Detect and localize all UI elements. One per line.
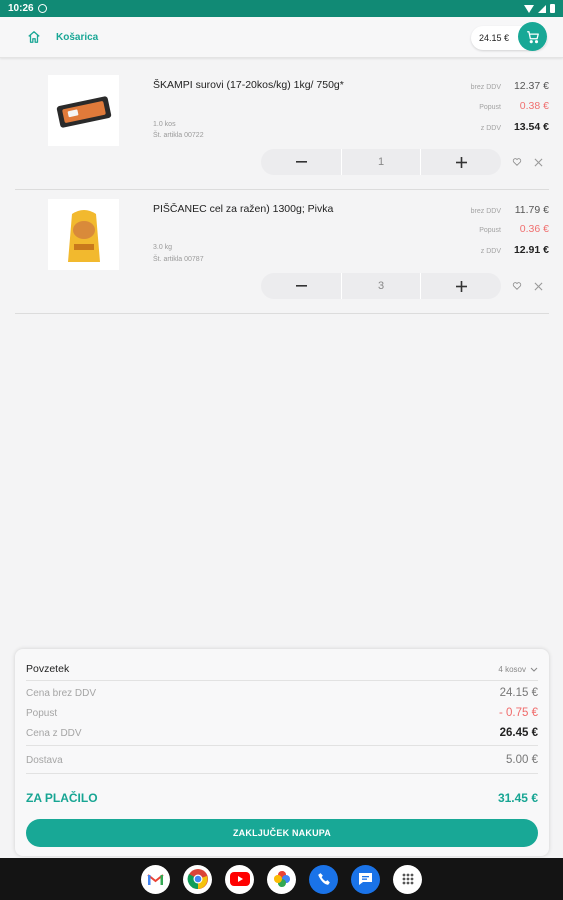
chevron-down-icon (530, 667, 538, 672)
price-excl-vat: 11.79 € (514, 204, 549, 216)
android-dock (0, 858, 563, 900)
favorite-icon[interactable] (512, 281, 522, 291)
battery-icon (550, 4, 555, 13)
price-excl-vat: 12.37 € (513, 80, 549, 92)
chicken-package-image (67, 209, 100, 262)
summary-divider (26, 745, 538, 746)
gross-price-value: 26.45 € (499, 727, 538, 739)
increase-button[interactable] (421, 149, 501, 175)
delivery-value: 5.00 € (506, 754, 538, 766)
decrease-button[interactable] (261, 149, 341, 175)
summary-count-text: 4 kosov (498, 664, 526, 674)
cart-button[interactable] (518, 22, 547, 51)
remove-icon[interactable] (534, 158, 543, 167)
price-incl-vat: 13.54 € (513, 121, 549, 133)
product-name[interactable]: ŠKAMPI surovi (17-20kos/kg) 1kg/ 750g* (153, 78, 353, 92)
plus-icon (455, 280, 467, 292)
summary-row-net: Cena brez DDV 24.15 € (26, 685, 538, 701)
cart-total: 24.15 € (479, 33, 510, 43)
shrimp-tray-image (56, 95, 111, 128)
net-price-value: 24.15 € (499, 687, 538, 699)
discount-label: Popust (479, 227, 501, 234)
price-excl-vat-label: brez DDV (470, 208, 501, 215)
home-icon[interactable] (27, 30, 41, 44)
item-divider (15, 313, 549, 314)
status-indicators (524, 4, 555, 13)
delivery-label: Dostava (26, 754, 63, 766)
price-excl-vat-label: brez DDV (470, 84, 501, 91)
discount-total-value: - 0.75 € (499, 707, 538, 719)
phone-icon[interactable] (309, 864, 338, 894)
summary-row-delivery: Dostava 5.00 € (26, 752, 538, 768)
breadcrumb-cart[interactable]: Košarica (56, 32, 98, 43)
minus-icon (295, 285, 307, 287)
summary-title: Povzetek (26, 663, 70, 675)
gross-price-label: Cena z DDV (26, 727, 82, 739)
product-name[interactable]: PIŠČANEC cel za ražen) 1300g; Pivka (153, 202, 353, 216)
gmail-icon[interactable] (141, 864, 170, 894)
price-excl-vat-row: brez DDV 11.79 € (471, 204, 549, 216)
increase-button[interactable] (421, 273, 501, 299)
product-code: Št. artikla 00787 (153, 256, 204, 263)
youtube-icon[interactable] (225, 864, 254, 894)
price-incl-vat-label: z DDV (480, 125, 501, 132)
cellular-icon (538, 4, 546, 13)
summary-count: 4 kosov (498, 665, 538, 674)
cart-icon (526, 30, 539, 43)
cart-item: ŠKAMPI surovi (17-20kos/kg) 1kg/ 750g* 1… (15, 66, 549, 190)
favorite-icon[interactable] (512, 157, 522, 167)
quantity-value[interactable]: 1 (341, 149, 421, 175)
product-image[interactable] (48, 199, 119, 270)
product-weight: 3.0 kg (153, 244, 173, 251)
payment-total-value: 31.45 € (497, 791, 538, 805)
discount-value: 0.38 € (519, 100, 549, 112)
discount-row: Popust 0.38 € (479, 100, 549, 112)
net-price-label: Cena brez DDV (26, 687, 97, 699)
checkout-button[interactable]: ZAKLJUČEK NAKUPA (26, 819, 538, 847)
price-incl-vat-row: z DDV 13.54 € (481, 121, 549, 133)
price-incl-vat-label: z DDV (480, 248, 501, 255)
status-time: 10:26 (8, 3, 34, 14)
discount-label: Popust (479, 104, 501, 111)
discount-row: Popust 0.36 € (479, 223, 549, 235)
plus-icon (455, 156, 467, 168)
wifi-icon (524, 4, 534, 13)
status-bar: 10:26 (0, 0, 563, 17)
remove-icon[interactable] (534, 282, 543, 291)
quantity-stepper: 1 (261, 149, 501, 175)
cart-item: PIŠČANEC cel za ražen) 1300g; Pivka 3.0 … (15, 190, 549, 314)
chrome-icon[interactable] (183, 864, 212, 894)
messages-icon[interactable] (351, 864, 380, 894)
price-excl-vat-row: brez DDV 12.37 € (471, 80, 549, 92)
price-incl-vat: 12.91 € (513, 244, 549, 256)
summary-row-gross: Cena z DDV 26.45 € (26, 725, 538, 741)
discount-value: 0.36 € (519, 223, 549, 235)
quantity-stepper: 3 (261, 273, 501, 299)
product-image[interactable] (48, 75, 119, 146)
product-weight: 1.0 kos (153, 121, 176, 128)
minus-icon (295, 161, 307, 163)
summary-header[interactable]: Povzetek 4 kosov (26, 659, 538, 679)
order-summary: Povzetek 4 kosov Cena brez DDV 24.15 € P… (15, 649, 549, 856)
price-incl-vat-row: z DDV 12.91 € (481, 244, 549, 256)
product-code: Št. artikla 00722 (153, 132, 204, 139)
summary-divider (26, 773, 538, 774)
payment-total-label: ZA PLAČILO (26, 791, 98, 805)
quantity-value[interactable]: 3 (341, 273, 421, 299)
summary-row-discount: Popust - 0.75 € (26, 705, 538, 721)
app-drawer-icon[interactable] (393, 864, 422, 894)
notification-icon (37, 4, 47, 13)
summary-divider (26, 680, 538, 681)
decrease-button[interactable] (261, 273, 341, 299)
photos-icon[interactable] (267, 864, 296, 894)
payment-total-row: ZA PLAČILO 31.45 € (26, 790, 538, 806)
discount-total-label: Popust (26, 707, 58, 719)
app-header: Košarica 24.15 € (0, 17, 563, 58)
